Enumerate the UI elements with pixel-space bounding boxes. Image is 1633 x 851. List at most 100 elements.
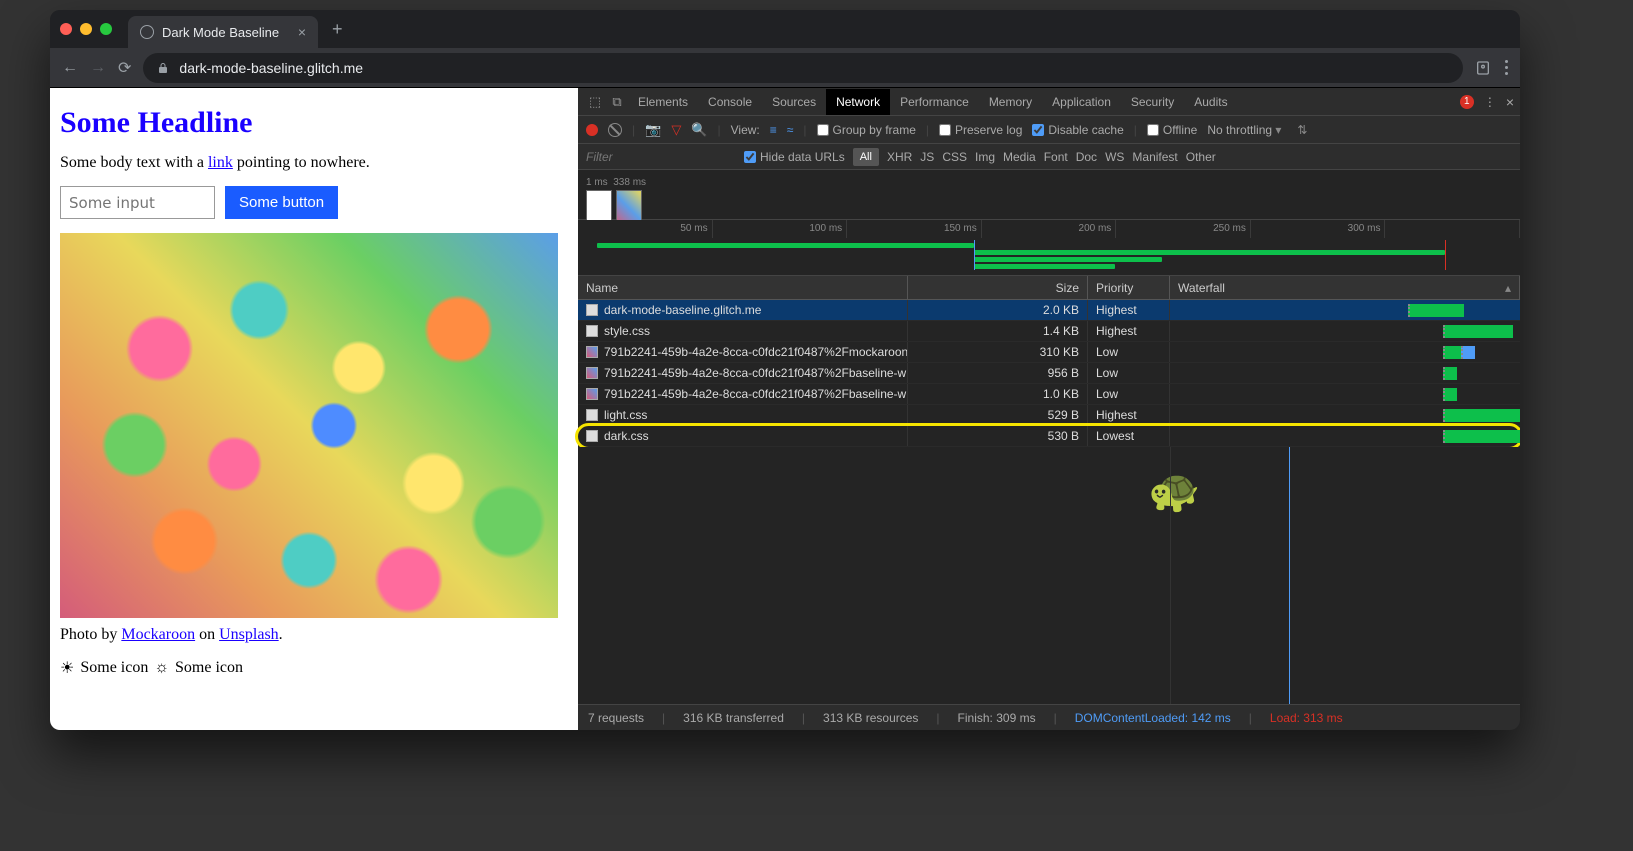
network-row[interactable]: dark-mode-baseline.glitch.me2.0 KBHighes… [578, 300, 1520, 321]
devtools-tab-performance[interactable]: Performance [890, 89, 979, 115]
hide-data-urls-checkbox[interactable]: Hide data URLs [744, 150, 845, 164]
group-by-frame-checkbox[interactable]: Group by frame [817, 123, 916, 137]
sun-icon: ☀ [60, 658, 74, 678]
devtools-tabs: ⬚ ⧉ Elements Console Sources Network Per… [578, 88, 1520, 116]
filter-type-css[interactable]: CSS [942, 150, 967, 164]
network-row[interactable]: 791b2241-459b-4a2e-8cca-c0fdc21f0487%2Fb… [578, 363, 1520, 384]
network-table-header: Name Size Priority Waterfall▴ [578, 276, 1520, 300]
request-name: style.css [604, 324, 650, 338]
filter-input[interactable]: Filter [586, 150, 736, 164]
filter-type-ws[interactable]: WS [1105, 150, 1124, 164]
devtools-tab-memory[interactable]: Memory [979, 89, 1042, 115]
profile-icon[interactable] [1475, 60, 1491, 76]
file-icon [586, 325, 598, 337]
network-table-body: dark-mode-baseline.glitch.me2.0 KBHighes… [578, 300, 1520, 447]
reload-button[interactable]: ⟳ [118, 58, 131, 78]
devtools-tab-console[interactable]: Console [698, 89, 762, 115]
filter-type-doc[interactable]: Doc [1076, 150, 1097, 164]
toolbar-right [1475, 60, 1508, 76]
request-priority: Lowest [1088, 426, 1170, 446]
sample-input[interactable] [60, 186, 215, 219]
clear-button[interactable] [608, 123, 622, 137]
status-dcl: DOMContentLoaded: 142 ms [1075, 711, 1231, 725]
offline-checkbox[interactable]: Offline [1147, 123, 1197, 137]
new-tab-button[interactable]: + [324, 19, 351, 40]
menu-icon[interactable] [1505, 60, 1508, 75]
globe-icon [140, 25, 154, 39]
close-devtools-icon[interactable]: × [1506, 94, 1514, 110]
network-row[interactable]: dark.css530 BLowest [578, 426, 1520, 447]
filter-type-all[interactable]: All [853, 148, 879, 166]
credit-author-link[interactable]: Mockaroon [121, 626, 195, 643]
filter-type-img[interactable]: Img [975, 150, 995, 164]
devtools-more-icon[interactable]: ⋮ [1484, 95, 1496, 109]
sample-button[interactable]: Some button [225, 186, 338, 219]
browser-tab[interactable]: Dark Mode Baseline × [128, 16, 318, 48]
request-size: 1.0 KB [908, 384, 1088, 404]
devtools-tab-application[interactable]: Application [1042, 89, 1121, 115]
network-row[interactable]: style.css1.4 KBHighest [578, 321, 1520, 342]
request-name: 791b2241-459b-4a2e-8cca-c0fdc21f0487%2Fb… [604, 366, 908, 380]
rendered-page: Some Headline Some body text with a link… [50, 88, 578, 730]
network-row[interactable]: light.css529 BHighest [578, 405, 1520, 426]
throttling-dropdown[interactable]: No throttling [1207, 123, 1281, 137]
body-link[interactable]: link [208, 154, 233, 171]
devtools-tab-elements[interactable]: Elements [628, 89, 698, 115]
waterfall-cell [1170, 363, 1520, 383]
inspect-icon[interactable]: ⬚ [584, 94, 606, 110]
hero-image [60, 233, 558, 618]
page-body: Some body text with a link pointing to n… [60, 154, 568, 172]
network-conditions-icon[interactable]: ⇅ [1297, 123, 1307, 137]
col-priority[interactable]: Priority [1088, 276, 1170, 299]
devtools-tab-security[interactable]: Security [1121, 89, 1184, 115]
request-priority: Low [1088, 342, 1170, 362]
col-size[interactable]: Size [908, 276, 1088, 299]
forward-button[interactable]: → [90, 59, 106, 77]
filter-type-manifest[interactable]: Manifest [1132, 150, 1177, 164]
waterfall-cell [1170, 321, 1520, 341]
devtools-tab-sources[interactable]: Sources [762, 89, 826, 115]
close-tab-icon[interactable]: × [298, 24, 306, 40]
request-priority: Highest [1088, 405, 1170, 425]
record-button[interactable] [586, 124, 598, 136]
search-icon[interactable]: 🔍 [691, 122, 707, 138]
file-icon [586, 409, 598, 421]
device-toggle-icon[interactable]: ⧉ [606, 94, 628, 110]
file-icon [586, 388, 598, 400]
large-rows-icon[interactable]: ≡ [770, 123, 777, 137]
status-requests: 7 requests [588, 711, 644, 725]
waterfall-view-icon[interactable]: ≈ [787, 123, 794, 137]
devtools-tab-network[interactable]: Network [826, 89, 890, 115]
col-waterfall[interactable]: Waterfall▴ [1170, 276, 1520, 299]
preserve-log-checkbox[interactable]: Preserve log [939, 123, 1022, 137]
col-name[interactable]: Name [578, 276, 908, 299]
status-load: Load: 313 ms [1270, 711, 1343, 725]
filter-type-font[interactable]: Font [1044, 150, 1068, 164]
network-status-bar: 7 requests | 316 KB transferred | 313 KB… [578, 704, 1520, 730]
filter-type-other[interactable]: Other [1186, 150, 1216, 164]
timeline-overview[interactable]: 1 ms 338 ms [578, 170, 1520, 220]
minimize-window-button[interactable] [80, 23, 92, 35]
network-row[interactable]: 791b2241-459b-4a2e-8cca-c0fdc21f0487%2Fb… [578, 384, 1520, 405]
request-size: 2.0 KB [908, 300, 1088, 320]
filter-toggle-icon[interactable]: ▽ [671, 122, 681, 138]
filter-type-js[interactable]: JS [920, 150, 934, 164]
close-window-button[interactable] [60, 23, 72, 35]
filter-type-xhr[interactable]: XHR [887, 150, 912, 164]
back-button[interactable]: ← [62, 59, 78, 77]
screenshot-toggle-icon[interactable]: 📷 [645, 122, 661, 138]
timeline-ruler[interactable]: 50 ms 100 ms 150 ms 200 ms 250 ms 300 ms [578, 220, 1520, 276]
maximize-window-button[interactable] [100, 23, 112, 35]
error-count-badge[interactable]: 1 [1460, 95, 1474, 109]
devtools-tab-audits[interactable]: Audits [1184, 89, 1237, 115]
tab-bar: Dark Mode Baseline × + [50, 10, 1520, 48]
waterfall-cell [1170, 342, 1520, 362]
filter-type-media[interactable]: Media [1003, 150, 1036, 164]
network-row[interactable]: 791b2241-459b-4a2e-8cca-c0fdc21f0487%2Fm… [578, 342, 1520, 363]
credit-site-link[interactable]: Unsplash [219, 626, 279, 643]
waterfall-cell [1170, 405, 1520, 425]
disable-cache-checkbox[interactable]: Disable cache [1032, 123, 1123, 137]
form-row: Some button [60, 186, 568, 219]
url-field[interactable]: dark-mode-baseline.glitch.me [143, 53, 1463, 83]
lock-icon [157, 62, 169, 74]
